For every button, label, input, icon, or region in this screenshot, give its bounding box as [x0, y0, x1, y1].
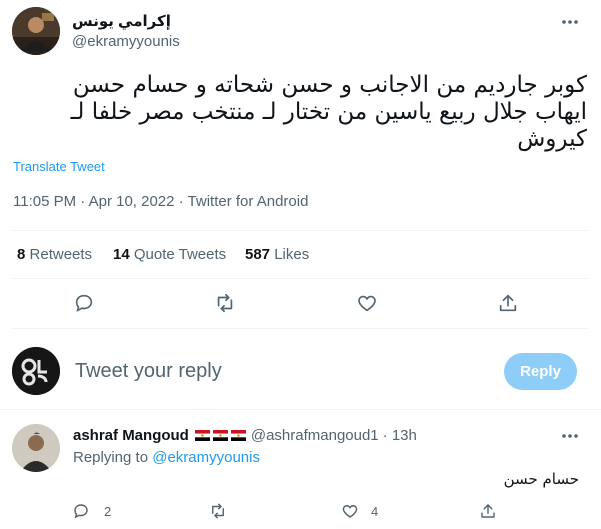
divider	[12, 230, 588, 231]
reply-reply-icon[interactable]	[72, 502, 90, 520]
egypt-flag-icon	[212, 430, 228, 441]
reply-button-label: Reply	[520, 363, 561, 380]
translate-tweet-link[interactable]: Translate Tweet	[13, 159, 105, 174]
egypt-flag-icon	[230, 430, 246, 441]
reply-author-handle[interactable]: @ashrafmangoud1	[251, 427, 379, 444]
author-avatar[interactable]	[12, 7, 60, 55]
author-name[interactable]: إكرامي يونس	[72, 12, 171, 30]
reply-author-avatar[interactable]	[12, 424, 60, 472]
egypt-flag-icon	[194, 430, 210, 441]
reply-author-name[interactable]: ashraf Mangoud	[73, 427, 189, 444]
reply-time[interactable]: · 13h	[383, 427, 417, 444]
reply-like-count: 4	[371, 504, 379, 519]
reply-button[interactable]: Reply	[504, 353, 577, 390]
retweet-icon[interactable]	[214, 292, 236, 314]
reply-more-options-icon[interactable]	[560, 426, 580, 446]
likes-count: 587	[245, 246, 271, 263]
replying-to: Replying to @ekramyyounis	[73, 449, 260, 466]
reply-composer-input[interactable]: Tweet your reply	[75, 360, 475, 383]
tweet-text-line: ايهاب جلال ربيع ياسين من تختار لـ منتخب …	[70, 99, 587, 125]
more-options-icon[interactable]	[560, 12, 580, 32]
author-handle[interactable]: @ekramyyounis	[72, 33, 180, 50]
retweets-stat[interactable]: 8 Retweets	[17, 246, 92, 263]
quotes-count: 14	[113, 246, 130, 263]
reply-text: حسام حسن	[503, 470, 579, 488]
reply-icon[interactable]	[73, 292, 95, 314]
reply-header: ashraf Mangoud @ashrafmangoud1 · 13h	[73, 427, 417, 444]
replying-to-label: Replying to	[73, 449, 149, 466]
egypt-flag-icons	[194, 430, 246, 441]
retweets-label: Retweets	[29, 246, 93, 263]
like-icon[interactable]	[356, 292, 378, 314]
share-icon[interactable]	[497, 292, 519, 314]
reply-like-icon[interactable]	[341, 502, 359, 520]
quote-tweets-stat[interactable]: 14 Quote Tweets	[113, 246, 226, 263]
likes-label: Likes	[274, 246, 310, 263]
divider	[0, 409, 601, 410]
tweet-meta: 11:05 PM · Apr 10, 2022 · Twitter for An…	[13, 193, 309, 210]
retweets-count: 8	[17, 246, 26, 263]
reply-share-icon[interactable]	[479, 502, 497, 520]
quotes-label: Quote Tweets	[133, 246, 227, 263]
reply-reply-count: 2	[104, 504, 112, 519]
tweet-text-line: كيروش	[517, 126, 587, 152]
user-avatar[interactable]	[12, 347, 60, 395]
divider	[12, 278, 588, 279]
replying-to-handle[interactable]: @ekramyyounis	[152, 449, 260, 466]
tweet-text: كوبر جارديم من الاجانب و حسن شحاته و حسا…	[27, 72, 587, 153]
reply-retweet-icon[interactable]	[209, 502, 227, 520]
tweet-text-line: كوبر جارديم من الاجانب و حسن شحاته و حسا…	[72, 72, 587, 98]
divider	[12, 328, 588, 329]
likes-stat[interactable]: 587 Likes	[245, 246, 309, 263]
